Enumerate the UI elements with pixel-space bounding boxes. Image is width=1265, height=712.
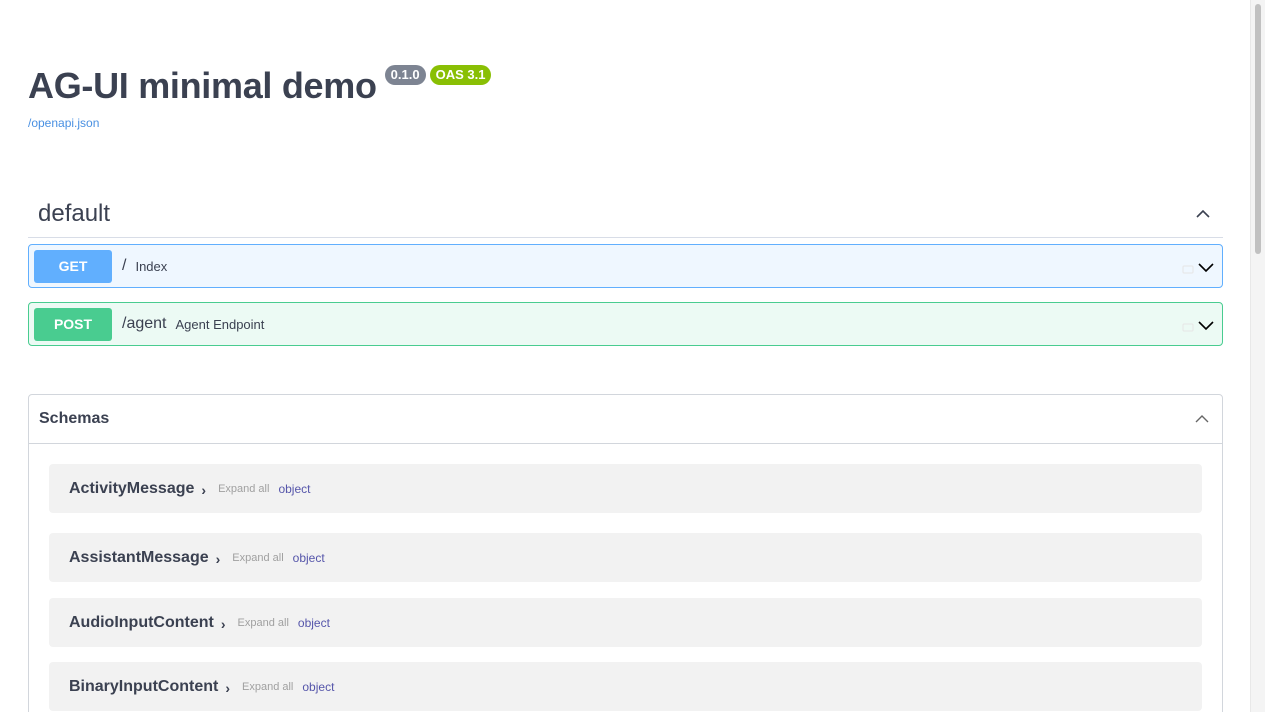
openapi-spec-link[interactable]: /openapi.json [28, 116, 1223, 130]
model-type: object [292, 550, 325, 565]
operation-controls [1182, 257, 1216, 277]
schema-model-assistantmessage[interactable]: AssistantMessage › Expand all object [49, 533, 1202, 582]
operation-summary: Agent Endpoint [175, 316, 265, 332]
chevron-down-icon[interactable] [1196, 257, 1216, 277]
schema-model-audioinputcontent[interactable]: AudioInputContent › Expand all object [49, 598, 1202, 647]
chevron-up-icon[interactable] [1193, 204, 1213, 224]
schemas-title: Schemas [39, 410, 110, 427]
chevron-up-icon[interactable] [1192, 409, 1212, 429]
method-badge-get: GET [34, 249, 112, 283]
chevron-down-icon[interactable] [1196, 315, 1216, 335]
chevron-right-icon[interactable]: › [201, 482, 206, 498]
page-title: AG-UI minimal demo [28, 65, 377, 106]
model-type: object [302, 679, 335, 694]
expand-all-button[interactable]: Expand all [218, 483, 269, 495]
model-name[interactable]: BinaryInputContent [69, 678, 218, 696]
chevron-right-icon[interactable]: › [225, 680, 230, 696]
oas-badge: OAS 3.1 [429, 65, 492, 85]
operation-summary: Index [135, 258, 168, 274]
tag-section-default: default GET / Index POST /agent Agent En… [28, 190, 1223, 346]
method-badge-post: POST [34, 307, 112, 341]
expand-all-button[interactable]: Expand all [242, 681, 293, 693]
model-type: object [278, 481, 311, 496]
vertical-scrollbar[interactable] [1250, 0, 1265, 712]
model-type: object [297, 615, 330, 630]
model-name[interactable]: AudioInputContent [69, 614, 214, 632]
expand-all-button[interactable]: Expand all [238, 617, 289, 629]
schema-model-binaryinputcontent[interactable]: BinaryInputContent › Expand all object [49, 662, 1202, 711]
chevron-right-icon[interactable]: › [216, 551, 221, 567]
operation-controls [1182, 315, 1216, 335]
model-name[interactable]: AssistantMessage [69, 549, 209, 567]
schemas-section: Schemas ActivityMessage › Expand all obj… [28, 394, 1223, 712]
lock-icon[interactable] [1182, 260, 1194, 274]
scrollbar-thumb[interactable] [1255, 4, 1261, 254]
operation-get-index[interactable]: GET / Index [28, 244, 1223, 288]
schema-model-activitymessage[interactable]: ActivityMessage › Expand all object [49, 464, 1202, 513]
lock-icon[interactable] [1182, 318, 1194, 332]
operation-post-agent[interactable]: POST /agent Agent Endpoint [28, 302, 1223, 346]
title-row: AG-UI minimal demo 0.1.0 OAS 3.1 [28, 58, 1223, 114]
operation-path: / [122, 257, 127, 274]
model-name[interactable]: ActivityMessage [69, 480, 194, 498]
tag-name: default [38, 199, 111, 227]
operation-path: /agent [122, 315, 167, 332]
chevron-right-icon[interactable]: › [221, 616, 226, 632]
api-info: AG-UI minimal demo 0.1.0 OAS 3.1 /openap… [28, 58, 1223, 130]
tag-header[interactable]: default [28, 190, 1223, 238]
expand-all-button[interactable]: Expand all [232, 552, 283, 564]
swagger-page: AG-UI minimal demo 0.1.0 OAS 3.1 /openap… [0, 0, 1265, 712]
version-badge: 0.1.0 [384, 65, 426, 85]
schemas-header[interactable]: Schemas [29, 395, 1222, 444]
